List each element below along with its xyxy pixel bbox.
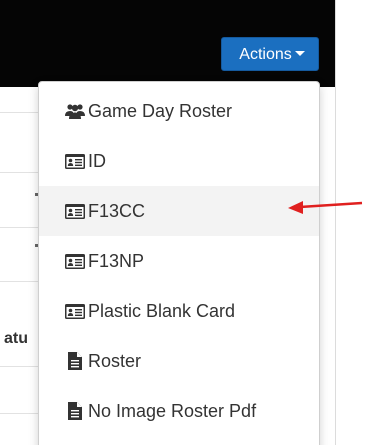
panel-divider (335, 0, 336, 445)
id-card-icon (65, 302, 85, 320)
menu-item-label: Roster (88, 350, 142, 371)
actions-dropdown-menu: Game Day Roster ID F13CC F13NP Plastic B… (38, 81, 320, 445)
menu-item-id[interactable]: ID (39, 136, 319, 186)
page: Actions atu Game Day Roster ID F13CC F13… (0, 0, 365, 445)
menu-item-label: F13CC (88, 200, 146, 221)
file-icon (65, 352, 85, 370)
id-card-icon (65, 202, 85, 220)
id-card-icon (65, 252, 85, 270)
menu-item-label: Game Day Roster (88, 100, 233, 121)
actions-button-label: Actions (239, 46, 292, 63)
menu-item-no-image-roster-pdf[interactable]: No Image Roster Pdf (39, 386, 319, 436)
id-card-icon (65, 152, 85, 170)
caret-down-icon (294, 51, 305, 57)
menu-item-label: Plastic Blank Card (88, 300, 236, 321)
menu-item-label: ID (88, 150, 106, 171)
table-divider (0, 366, 38, 367)
menu-item-label: No Image Roster Pdf (88, 400, 257, 421)
table-divider (0, 413, 38, 414)
menu-item-label: F13NP (88, 250, 145, 271)
table-divider (0, 281, 38, 282)
actions-button[interactable]: Actions (221, 37, 319, 71)
menu-item-game-day-roster[interactable]: Game Day Roster (39, 86, 319, 136)
menu-item-roster[interactable]: Roster (39, 336, 319, 386)
menu-item-plastic-blank-card[interactable]: Plastic Blank Card (39, 286, 319, 336)
file-icon (65, 402, 85, 420)
table-column-heading: atu (4, 330, 28, 347)
menu-item-f13np[interactable]: F13NP (39, 236, 319, 286)
table-divider (0, 172, 38, 173)
table-divider (0, 112, 38, 113)
users-icon (65, 102, 85, 120)
annotation-arrow-icon (288, 201, 363, 214)
table-divider (0, 227, 38, 228)
menu-item-f13cc[interactable]: F13CC (39, 186, 319, 236)
